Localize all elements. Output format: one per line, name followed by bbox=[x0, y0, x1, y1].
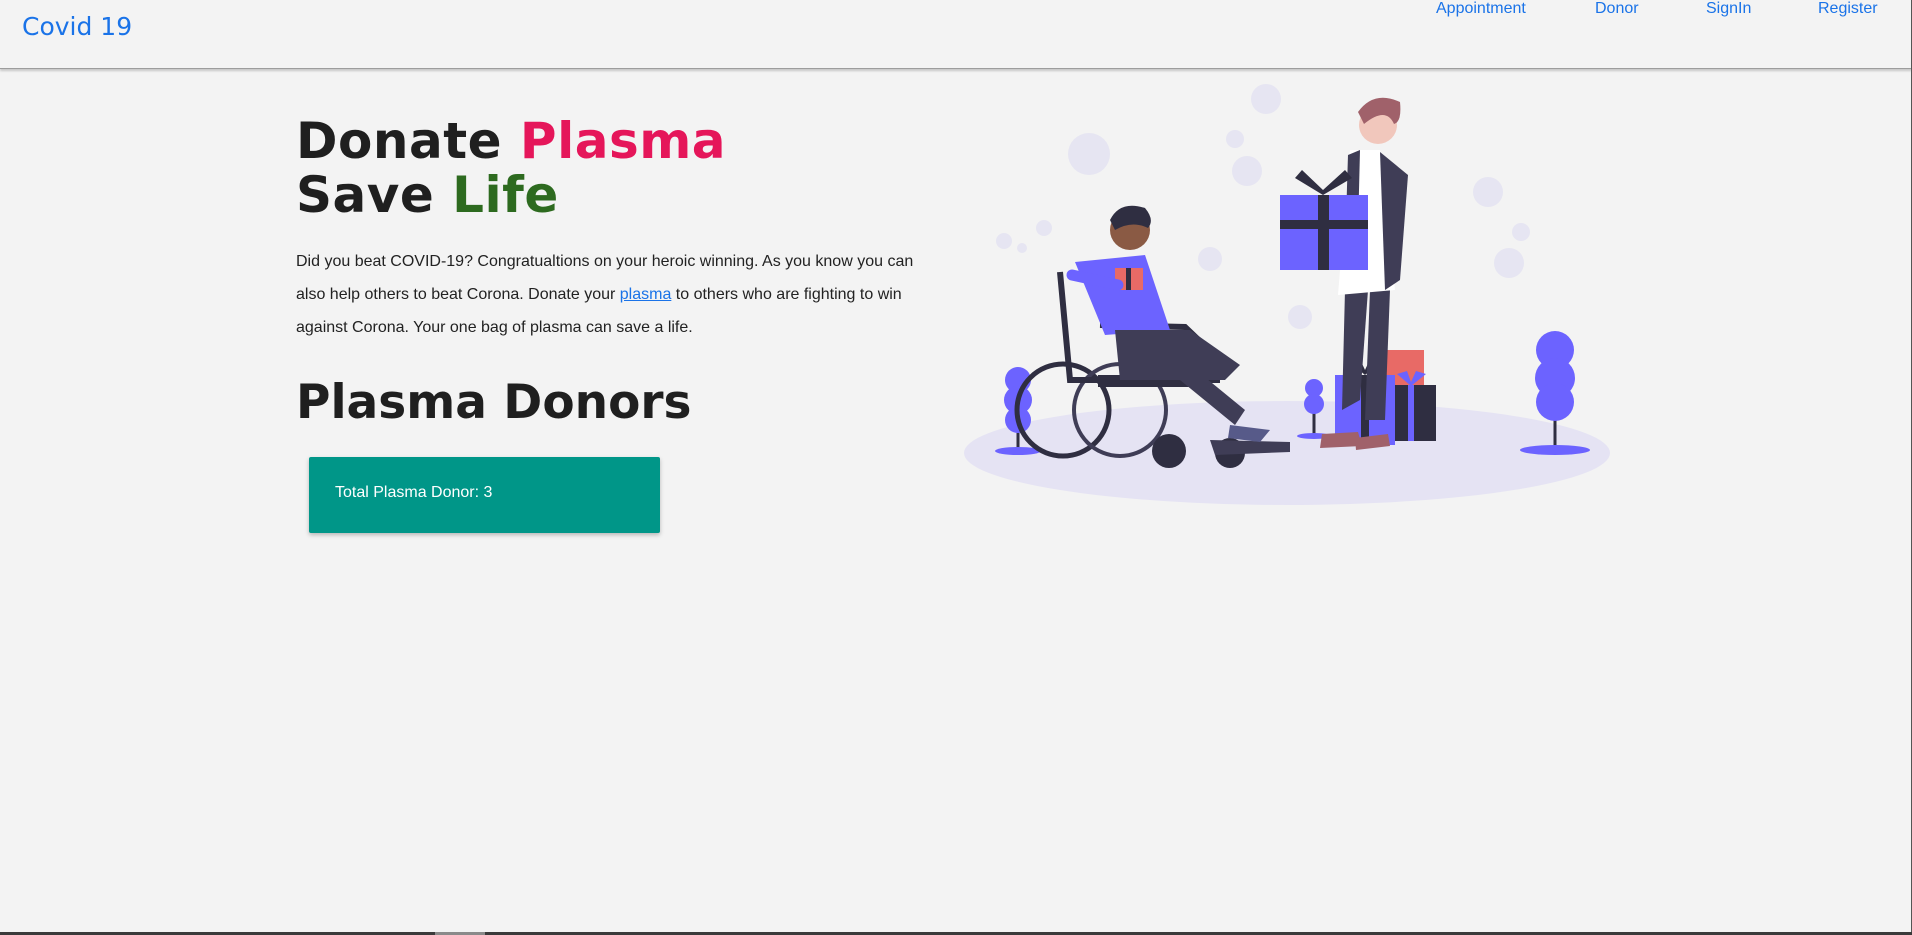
plasma-donors-heading: Plasma Donors bbox=[296, 375, 692, 430]
hero-line2-prefix: Save bbox=[296, 166, 453, 224]
hero-line1-prefix: Donate bbox=[296, 112, 520, 170]
hero-line2-accent: Life bbox=[452, 166, 559, 224]
nav-link-donor[interactable]: Donor bbox=[1595, 0, 1639, 18]
hero-title: Donate Plasma Save Life bbox=[296, 114, 726, 222]
donation-illustration bbox=[964, 84, 1610, 505]
brand-logo-link[interactable]: Covid 19 bbox=[22, 12, 132, 41]
plasma-link[interactable]: plasma bbox=[620, 286, 672, 303]
total-donor-label: Total Plasma Donor: 3 bbox=[335, 484, 493, 501]
navbar: Covid 19 Appointment Donor SignIn Regist… bbox=[0, 0, 1912, 69]
hero-line1-accent: Plasma bbox=[519, 112, 727, 170]
nav-link-register[interactable]: Register bbox=[1818, 0, 1878, 18]
total-donor-card: Total Plasma Donor: 3 bbox=[309, 457, 660, 533]
intro-paragraph: Did you beat COVID-19? Congratualtions o… bbox=[296, 245, 946, 344]
nav-link-signin[interactable]: SignIn bbox=[1706, 0, 1751, 18]
nav-link-appointment[interactable]: Appointment bbox=[1436, 0, 1526, 18]
